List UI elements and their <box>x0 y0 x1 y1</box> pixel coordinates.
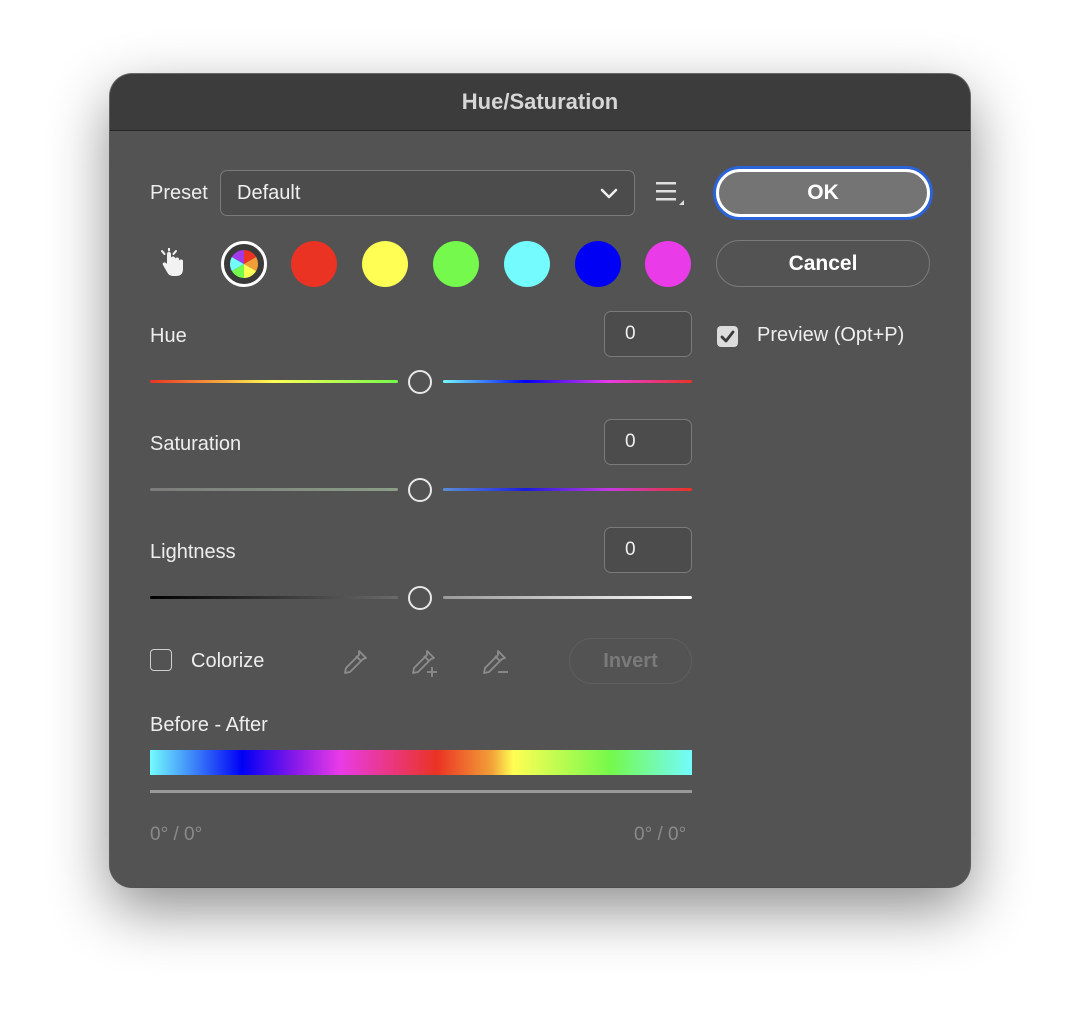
color-wheel-icon <box>230 250 258 278</box>
channel-reds-swatch[interactable] <box>291 241 337 287</box>
preview-label: Preview (Opt+P) <box>757 324 905 346</box>
list-menu-icon[interactable] <box>655 180 685 206</box>
before-color-bar[interactable] <box>150 750 692 775</box>
channel-greens-swatch[interactable] <box>433 241 479 287</box>
saturation-label: Saturation <box>150 433 242 455</box>
channel-master-swatch[interactable] <box>221 241 267 287</box>
after-color-bar <box>150 790 692 793</box>
hue-saturation-dialog: Hue/Saturation Preset Default OK Cancel … <box>110 74 970 887</box>
before-after-label: Before - After <box>150 714 268 736</box>
before-after-right-readout: 0° / 0° <box>634 824 687 845</box>
chevron-down-icon <box>600 188 618 199</box>
eyedropper-plus-icon[interactable] <box>408 647 442 679</box>
hue-track-left[interactable] <box>150 380 398 383</box>
saturation-input[interactable]: 0 <box>604 419 692 465</box>
saturation-slider-thumb[interactable] <box>408 478 432 502</box>
hue-track-right[interactable] <box>443 380 692 383</box>
channel-cyans-swatch[interactable] <box>504 241 550 287</box>
preset-value: Default <box>237 181 301 204</box>
hue-slider-thumb[interactable] <box>408 370 432 394</box>
cancel-button[interactable]: Cancel <box>716 240 930 287</box>
eyedropper-icon[interactable] <box>340 647 370 677</box>
preset-label: Preset <box>150 182 208 204</box>
invert-button[interactable]: Invert <box>569 638 692 684</box>
preset-dropdown[interactable]: Default <box>220 170 635 216</box>
channel-magentas-swatch[interactable] <box>645 241 691 287</box>
hue-input[interactable]: 0 <box>604 311 692 357</box>
lightness-track-left[interactable] <box>150 596 398 599</box>
colorize-label: Colorize <box>191 650 265 672</box>
hand-pointer-icon[interactable] <box>158 248 190 280</box>
preview-checkbox[interactable] <box>717 326 738 347</box>
eyedropper-minus-icon[interactable] <box>479 647 513 679</box>
channel-yellows-swatch[interactable] <box>362 241 408 287</box>
ok-button[interactable]: OK <box>716 169 930 217</box>
lightness-input[interactable]: 0 <box>604 527 692 573</box>
saturation-track-right[interactable] <box>443 488 692 491</box>
hue-label: Hue <box>150 325 187 347</box>
colorize-checkbox[interactable] <box>150 649 172 671</box>
lightness-track-right[interactable] <box>443 596 692 599</box>
saturation-track-left[interactable] <box>150 488 398 491</box>
channel-blues-swatch[interactable] <box>575 241 621 287</box>
checkmark-icon <box>720 330 735 343</box>
lightness-slider-thumb[interactable] <box>408 586 432 610</box>
dialog-title: Hue/Saturation <box>110 74 970 131</box>
before-after-left-readout: 0° / 0° <box>150 824 203 845</box>
lightness-label: Lightness <box>150 541 236 563</box>
